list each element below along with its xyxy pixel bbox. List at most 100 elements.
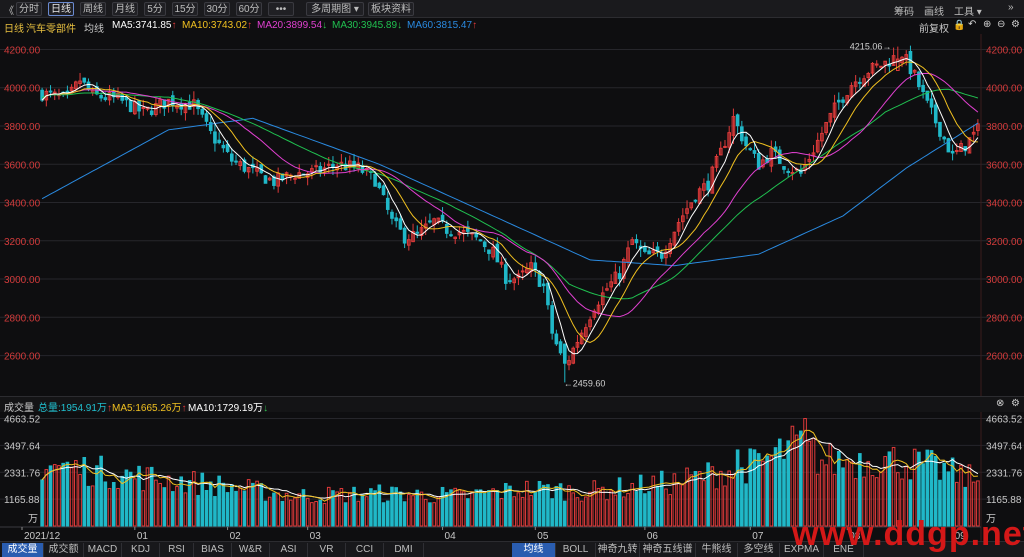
board-info-button[interactable]: 板块资料 (368, 2, 414, 16)
candle-body (503, 264, 508, 284)
candle-body (748, 148, 753, 151)
indicator-tab-bias[interactable]: BIAS (194, 543, 232, 557)
high-annotation: 4215.06→ (850, 42, 892, 52)
candlestick-chart[interactable]: 2600.00 2600.00 2800.00 2800.00 3000.00 3000.… (0, 34, 1024, 396)
indicator-tab-volume[interactable]: 成交量 (2, 543, 44, 557)
overlay-tab-0[interactable]: 均线 (512, 543, 556, 557)
x-tick-label: 06 (647, 531, 659, 541)
tools-button[interactable]: 工具 ▾ (954, 3, 982, 18)
candle-body (373, 173, 377, 187)
volume-bar (487, 490, 491, 527)
up-arrow-icon: ↑ (171, 20, 177, 31)
settings-icon[interactable]: ⚙ (1011, 398, 1020, 409)
zoom-out-icon[interactable]: ⊖ (997, 19, 1005, 30)
candle-body (617, 273, 622, 280)
ma5-value: MA5:3741.85↑ (112, 20, 177, 31)
candle-body (293, 177, 297, 180)
volume-tick-left: 3497.64 (4, 441, 41, 452)
candle-body (234, 160, 238, 163)
period-tab-more[interactable]: ••• (268, 2, 294, 16)
y-tick-label-right: 2800.00 (986, 313, 1023, 324)
volume-bar (651, 475, 656, 527)
period-tab-15min[interactable]: 15分 (172, 2, 198, 16)
overlay-tab-5[interactable]: 多空线 (738, 543, 780, 557)
candle-body (487, 249, 491, 254)
volume-bar (326, 486, 331, 527)
volume-bar (234, 490, 238, 527)
double-chevron-icon[interactable]: » (1008, 2, 1014, 13)
volume-tick-right: 3497.64 (986, 441, 1023, 452)
volume-bar (419, 491, 424, 527)
period-tab-day[interactable]: 日线 (48, 2, 74, 16)
volume-bar (103, 481, 108, 527)
candle-body (394, 217, 398, 222)
period-tab-30min[interactable]: 30分 (204, 2, 230, 16)
candle-body (415, 231, 420, 234)
candle-body (836, 99, 841, 103)
candle-body (921, 84, 925, 92)
candle-body (318, 165, 323, 173)
volume-bar (133, 478, 137, 527)
volume-bar (765, 455, 769, 527)
overlay-tab-2[interactable]: 神奇九转 (596, 543, 640, 557)
candle-body (756, 153, 761, 170)
period-tab-minute[interactable]: 分时 (16, 2, 42, 16)
adjust-mode[interactable]: 前复权 (919, 20, 949, 35)
volume-bar (533, 491, 538, 527)
multi-period-dropdown[interactable]: 多周期图 ▾ (306, 2, 364, 16)
candle-body (263, 175, 268, 184)
volume-bar (681, 483, 685, 527)
indicator-tab-rsi[interactable]: RSI (160, 543, 194, 557)
volume-bar (592, 480, 597, 527)
indicator-tab-wr[interactable]: W&R (232, 543, 270, 557)
volume-bar (61, 462, 65, 527)
volume-bar (175, 485, 179, 527)
overlay-tab-4[interactable]: 牛熊线 (696, 543, 738, 557)
ma10-value: MA10:3743.02↑ (182, 20, 253, 31)
volume-bar (710, 466, 715, 527)
volume-bar (428, 502, 432, 527)
volume-bar (221, 482, 226, 527)
volume-bar (107, 488, 112, 527)
indicator-tab-vr[interactable]: VR (308, 543, 346, 557)
indicator-tab-[interactable]: 成交额 (44, 543, 84, 557)
volume-bar (78, 473, 82, 527)
candle-body (740, 126, 744, 142)
lock-icon[interactable]: 🔒 (953, 20, 965, 31)
volume-bar (398, 491, 403, 527)
volume-bar (634, 491, 639, 527)
overlay-tab-1[interactable]: BOLL (556, 543, 596, 557)
indicator-tab-macd[interactable]: MACD (84, 543, 122, 557)
caret-down-icon: ▾ (976, 7, 982, 18)
draw-line-button[interactable]: 画线 (924, 3, 944, 18)
period-tab-5min[interactable]: 5分 (144, 2, 166, 16)
settings-icon[interactable]: ⚙ (1011, 19, 1020, 30)
chips-button[interactable]: 筹码 (894, 3, 914, 18)
volume-bar (263, 500, 268, 527)
indicator-tab-asi[interactable]: ASI (270, 543, 308, 557)
overlay-tab-3[interactable]: 神奇五线谱 (640, 543, 696, 557)
period-tab-week[interactable]: 周线 (80, 2, 106, 16)
volume-bar (558, 483, 563, 527)
volume-bar (128, 471, 133, 527)
y-tick-label-left: 4000.00 (4, 84, 41, 95)
collapse-icon[interactable]: 《 (4, 2, 14, 17)
indicator-tab-dmi[interactable]: DMI (384, 543, 424, 557)
indicator-tab-kdj[interactable]: KDJ (122, 543, 160, 557)
volume-bar (761, 460, 765, 527)
candle-body (752, 150, 757, 154)
zoom-in-icon[interactable]: ⊕ (983, 19, 991, 30)
close-icon[interactable]: ⊗ (996, 398, 1004, 409)
candle-body (955, 150, 959, 153)
candle-body (858, 81, 862, 84)
volume-bar (411, 495, 415, 527)
ma30-value: MA30:3945.89↓ (332, 20, 403, 31)
candle-body (533, 262, 538, 271)
period-tab-month[interactable]: 月线 (112, 2, 138, 16)
indicator-tab-cci[interactable]: CCI (346, 543, 384, 557)
undo-icon[interactable]: ↶ (968, 19, 976, 30)
candle-body (520, 270, 525, 273)
period-tab-60min[interactable]: 60分 (236, 2, 262, 16)
ma-type[interactable]: 均线 (84, 20, 104, 35)
volume-bar (537, 480, 542, 527)
